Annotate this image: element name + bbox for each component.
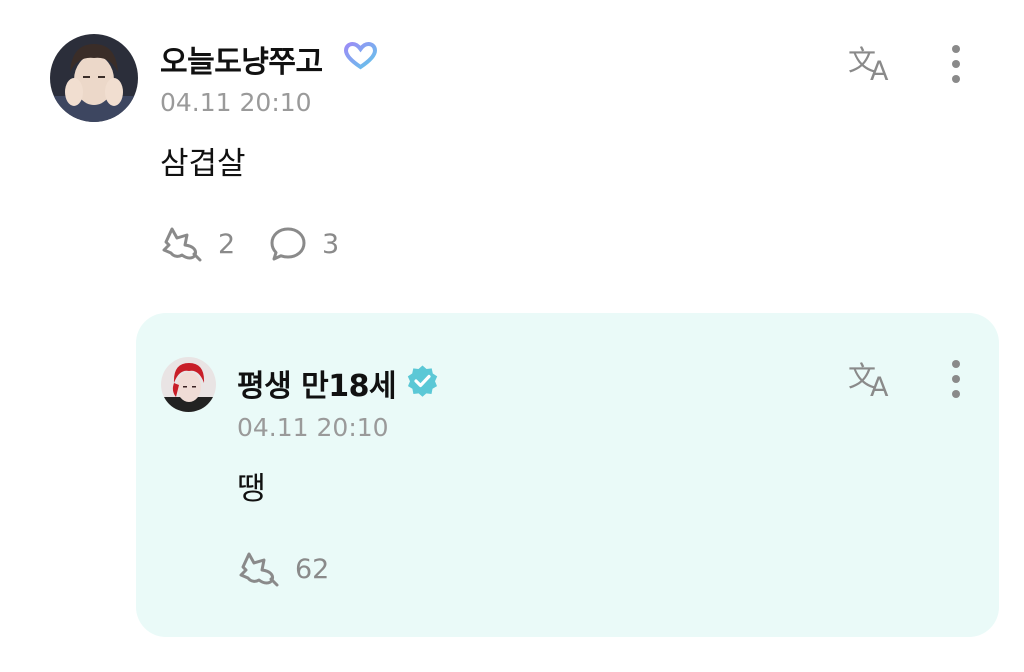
reply-like-count: 62 (295, 554, 330, 585)
reply-text: 땡 (237, 471, 266, 507)
svg-text:A: A (870, 372, 889, 398)
more-options-icon[interactable] (948, 359, 964, 399)
svg-text:A: A (870, 56, 889, 82)
reply-avatar[interactable] (161, 357, 216, 412)
translate-icon[interactable]: 文 A (848, 356, 900, 403)
avatar[interactable] (50, 34, 138, 122)
heart-membership-icon (344, 42, 377, 70)
comment-count: 3 (322, 229, 340, 260)
translate-icon[interactable]: 文 A (848, 40, 900, 87)
reply-avatar-image (161, 357, 216, 412)
more-options-icon[interactable] (948, 44, 964, 84)
post-username[interactable]: 오늘도냥쭈고 (160, 37, 323, 81)
like-icon[interactable] (237, 550, 281, 588)
reply-username[interactable]: 평생 만18세 (237, 361, 397, 405)
like-icon[interactable] (160, 225, 204, 263)
verified-check-icon (407, 365, 438, 397)
like-count: 2 (218, 229, 236, 260)
user-avatar-image (50, 34, 138, 122)
post-text: 삼겹살 (160, 146, 246, 182)
comment-icon[interactable] (268, 225, 308, 263)
post-timestamp: 04.11 20:10 (160, 88, 312, 117)
reply-timestamp: 04.11 20:10 (237, 413, 389, 442)
